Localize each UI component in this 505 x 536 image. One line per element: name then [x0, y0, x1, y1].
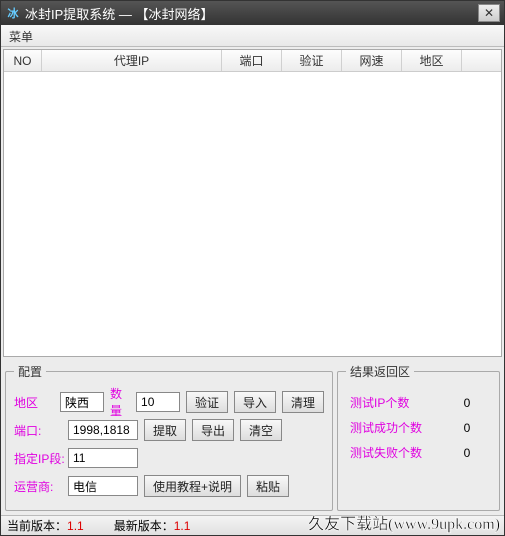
seg-label: 指定IP段: [14, 450, 72, 467]
extract-button[interactable]: 提取 [144, 419, 186, 441]
result-tested: 测试IP个数 0 [350, 394, 487, 411]
port-label: 端口: [14, 422, 62, 439]
port-input[interactable] [68, 420, 138, 440]
col-verify[interactable]: 验证 [282, 50, 342, 71]
lower-panel: 配置 地区 数量 验证 导入 清理 端口: 提取 导出 清空 指定IP段: [1, 359, 504, 515]
menu-item[interactable]: 菜单 [9, 30, 33, 44]
table-header: NO 代理IP 端口 验证 网速 地区 [4, 50, 501, 72]
window-title: 冰封IP提取系统 — 【冰封网络】 [25, 4, 478, 23]
col-region[interactable]: 地区 [402, 50, 462, 71]
result-fail: 测试失败个数 0 [350, 444, 487, 461]
paste-button[interactable]: 粘贴 [247, 475, 289, 497]
tutorial-button[interactable]: 使用教程+说明 [144, 475, 241, 497]
result-ok: 测试成功个数 0 [350, 419, 487, 436]
qty-label: 数量 [110, 385, 130, 419]
col-no[interactable]: NO [4, 50, 42, 71]
proxy-table: NO 代理IP 端口 验证 网速 地区 [3, 49, 502, 357]
tested-label: 测试IP个数 [350, 394, 409, 411]
statusbar: 当前版本：1.1 最新版本：1.1 久友下载站(www.9upk.com) [1, 515, 504, 535]
config-group: 配置 地区 数量 验证 导入 清理 端口: 提取 导出 清空 指定IP段: [5, 363, 333, 511]
qty-input[interactable] [136, 392, 180, 412]
titlebar: 冰 冰封IP提取系统 — 【冰封网络】 ✕ [1, 1, 504, 25]
isp-label: 运营商: [14, 478, 62, 495]
current-version: 当前版本：1.1 [7, 517, 84, 534]
latest-label: 最新版本： [114, 519, 174, 533]
close-button[interactable]: ✕ [478, 4, 500, 22]
verify-button[interactable]: 验证 [186, 391, 228, 413]
results-group: 结果返回区 测试IP个数 0 测试成功个数 0 测试失败个数 0 [337, 363, 500, 511]
export-button[interactable]: 导出 [192, 419, 234, 441]
app-window: 冰 冰封IP提取系统 — 【冰封网络】 ✕ 菜单 NO 代理IP 端口 验证 网… [0, 0, 505, 536]
fail-label: 测试失败个数 [350, 444, 422, 461]
latest-version: 最新版本：1.1 [114, 517, 191, 534]
ok-value: 0 [447, 421, 487, 435]
app-icon: 冰 [5, 5, 21, 21]
col-speed[interactable]: 网速 [342, 50, 402, 71]
tested-value: 0 [447, 396, 487, 410]
ok-label: 测试成功个数 [350, 419, 422, 436]
menubar: 菜单 [1, 25, 504, 47]
cur-value: 1.1 [67, 519, 84, 533]
results-legend: 结果返回区 [346, 363, 414, 380]
close-icon: ✕ [484, 6, 494, 20]
clear-button[interactable]: 清空 [240, 419, 282, 441]
area-label: 地区 [14, 394, 54, 411]
cleanup-button[interactable]: 清理 [282, 391, 324, 413]
fail-value: 0 [447, 446, 487, 460]
isp-input[interactable] [68, 476, 138, 496]
table-body [4, 72, 501, 357]
config-legend: 配置 [14, 363, 46, 380]
watermark: 久友下载站(www.9upk.com) [308, 510, 500, 534]
cur-label: 当前版本： [7, 519, 67, 533]
col-port[interactable]: 端口 [222, 50, 282, 71]
col-ip[interactable]: 代理IP [42, 50, 222, 71]
seg-input[interactable] [68, 448, 138, 468]
import-button[interactable]: 导入 [234, 391, 276, 413]
latest-value: 1.1 [174, 519, 191, 533]
area-input[interactable] [60, 392, 104, 412]
